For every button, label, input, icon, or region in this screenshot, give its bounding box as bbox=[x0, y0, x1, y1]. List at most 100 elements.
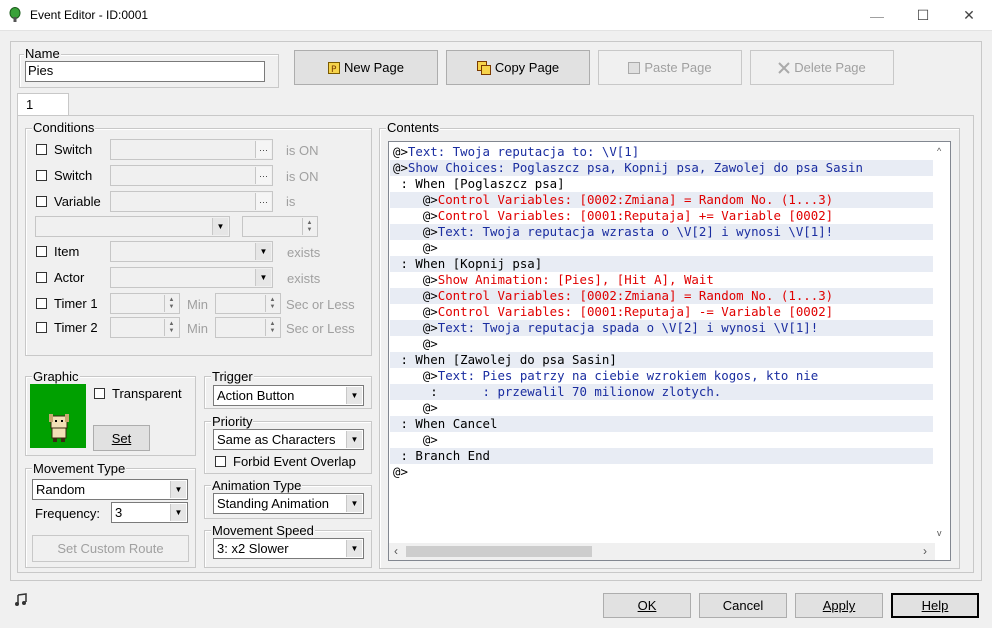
maximize-button[interactable]: ☐ bbox=[900, 0, 946, 31]
scroll-thumb[interactable] bbox=[406, 546, 592, 557]
command-line[interactable]: @>Text: Twoja reputacja spada o \V[2] i … bbox=[390, 320, 934, 336]
command-line[interactable]: @>Show Animation: [Pies], [Hit A], Wait bbox=[390, 272, 934, 288]
ellipsis-icon[interactable]: ··· bbox=[255, 167, 271, 184]
close-button[interactable]: ✕ bbox=[946, 0, 992, 31]
scroll-left-icon[interactable]: ‹ bbox=[394, 544, 398, 558]
command-prefix: : bbox=[393, 384, 483, 399]
timer2-checkbox[interactable] bbox=[36, 322, 47, 333]
scroll-down-icon[interactable]: v bbox=[937, 528, 942, 538]
scroll-right-icon[interactable]: › bbox=[923, 544, 927, 558]
command-prefix: @> bbox=[393, 432, 438, 447]
minimize-button[interactable]: — bbox=[854, 0, 900, 31]
delete-page-button[interactable]: Delete Page bbox=[750, 50, 894, 85]
animation-type-select[interactable]: Standing Animation ▼ bbox=[213, 493, 364, 514]
actor-select[interactable]: ▼ bbox=[110, 267, 273, 288]
command-line[interactable]: @> bbox=[390, 336, 934, 352]
set-custom-route-button[interactable]: Set Custom Route bbox=[32, 535, 189, 562]
chevron-down-icon: ▼ bbox=[212, 218, 228, 235]
timer1-sec-spinner[interactable]: ▲ ▼ bbox=[215, 293, 281, 314]
delete-page-label: Delete Page bbox=[794, 60, 866, 75]
name-input[interactable]: Pies bbox=[25, 61, 265, 82]
command-line[interactable]: : When Cancel bbox=[390, 416, 934, 432]
tab-page-1[interactable]: 1 bbox=[17, 93, 69, 116]
command-prefix: @> bbox=[393, 208, 438, 223]
paste-page-button[interactable]: Paste Page bbox=[598, 50, 742, 85]
spinner-arrows-icon[interactable]: ▲ ▼ bbox=[265, 295, 279, 312]
command-text: When [Poglaszcz psa] bbox=[415, 176, 565, 191]
timer1-min-spinner[interactable]: ▲ ▼ bbox=[110, 293, 180, 314]
set-graphic-button[interactable]: Set bbox=[93, 425, 150, 451]
scroll-up-icon[interactable]: ^ bbox=[937, 146, 941, 156]
variable-checkbox[interactable] bbox=[36, 196, 47, 207]
command-line[interactable]: : When [Kopnij psa] bbox=[390, 256, 934, 272]
spinner-arrows-icon[interactable]: ▲ ▼ bbox=[164, 319, 178, 336]
paste-page-label: Paste Page bbox=[644, 60, 712, 75]
apply-button[interactable]: Apply bbox=[795, 593, 883, 618]
trigger-select[interactable]: Action Button ▼ bbox=[213, 385, 364, 406]
command-prefix: @> bbox=[393, 240, 438, 255]
command-line[interactable]: @> bbox=[390, 240, 934, 256]
switch1-checkbox[interactable] bbox=[36, 144, 47, 155]
command-line[interactable]: : When [Poglaszcz psa] bbox=[390, 176, 934, 192]
command-line[interactable]: : When [Zawolej do psa Sasin] bbox=[390, 352, 934, 368]
command-line[interactable]: @> bbox=[390, 400, 934, 416]
command-line[interactable]: @>Show Choices: Poglaszcz psa, Kopnij ps… bbox=[390, 160, 934, 176]
tab-label: 1 bbox=[26, 97, 34, 112]
movement-type-legend: Movement Type bbox=[32, 461, 127, 476]
switch2-checkbox[interactable] bbox=[36, 170, 47, 181]
command-line[interactable]: @>Control Variables: [0001:Reputaja] += … bbox=[390, 208, 934, 224]
spinner-arrows-icon[interactable]: ▲ ▼ bbox=[302, 218, 316, 235]
spinner-arrows-icon[interactable]: ▲ ▼ bbox=[265, 319, 279, 336]
frequency-select[interactable]: 3 ▼ bbox=[111, 502, 188, 523]
command-line[interactable]: @> bbox=[390, 432, 934, 448]
timer1-checkbox[interactable] bbox=[36, 298, 47, 309]
command-line[interactable]: @>Text: Pies patrzy na ciebie wzrokiem k… bbox=[390, 368, 934, 384]
cancel-button[interactable]: Cancel bbox=[699, 593, 787, 618]
window-title: Event Editor - ID:0001 bbox=[30, 8, 149, 22]
new-page-button[interactable]: P New Page bbox=[294, 50, 438, 85]
command-text: Text: Twoja reputacja to: \V[1] bbox=[407, 144, 640, 159]
switch1-suffix: is ON bbox=[286, 143, 319, 158]
conditions-legend: Conditions bbox=[32, 120, 96, 135]
command-line[interactable]: @> bbox=[390, 464, 934, 480]
vertical-scrollbar[interactable]: ^ v bbox=[933, 142, 950, 544]
command-line[interactable]: : Branch End bbox=[390, 448, 934, 464]
command-line[interactable]: @>Control Variables: [0002:Zmiana] = Ran… bbox=[390, 288, 934, 304]
minimize-icon: — bbox=[870, 7, 884, 24]
variable-value-spinner[interactable]: ▲ ▼ bbox=[242, 216, 318, 237]
ok-button[interactable]: OK bbox=[603, 593, 691, 618]
copy-page-button[interactable]: Copy Page bbox=[446, 50, 590, 85]
spinner-arrows-icon[interactable]: ▲ ▼ bbox=[164, 295, 178, 312]
animation-type-value: Standing Animation bbox=[217, 496, 330, 511]
item-select[interactable]: ▼ bbox=[110, 241, 273, 262]
actor-checkbox[interactable] bbox=[36, 272, 47, 283]
event-command-list[interactable]: @>Text: Twoja reputacja to: \V[1] @>Show … bbox=[388, 141, 951, 561]
movement-speed-select[interactable]: 3: x2 Slower ▼ bbox=[213, 538, 364, 559]
priority-select[interactable]: Same as Characters ▼ bbox=[213, 429, 364, 450]
transparent-checkbox[interactable] bbox=[94, 388, 105, 399]
horizontal-scrollbar[interactable]: ‹ › bbox=[389, 543, 935, 560]
command-line[interactable]: @>Control Variables: [0001:Reputaja] -= … bbox=[390, 304, 934, 320]
ellipsis-icon[interactable]: ··· bbox=[255, 141, 271, 158]
switch1-field[interactable]: ··· bbox=[110, 139, 273, 160]
graphic-preview[interactable] bbox=[30, 384, 86, 448]
command-line[interactable]: : : przewalil 70 milionow zlotych. bbox=[390, 384, 934, 400]
command-prefix: : bbox=[393, 448, 416, 463]
command-line[interactable]: @>Text: Twoja reputacja wzrasta o \V[2] … bbox=[390, 224, 934, 240]
timer2-min-spinner[interactable]: ▲ ▼ bbox=[110, 317, 180, 338]
command-prefix: @> bbox=[393, 288, 438, 303]
command-line[interactable]: @>Text: Twoja reputacja to: \V[1] bbox=[390, 144, 934, 160]
variable-field[interactable]: ··· bbox=[110, 191, 273, 212]
command-text: Control Variables: [0002:Zmiana] = Rando… bbox=[437, 192, 834, 207]
music-note-icon[interactable] bbox=[14, 593, 28, 607]
variable-operator-select[interactable]: ▼ bbox=[35, 216, 230, 237]
forbid-overlap-checkbox[interactable] bbox=[215, 456, 226, 467]
help-button[interactable]: Help bbox=[891, 593, 979, 618]
command-line[interactable]: @>Control Variables: [0002:Zmiana] = Ran… bbox=[390, 192, 934, 208]
movement-type-select[interactable]: Random ▼ bbox=[32, 479, 188, 500]
timer1-label: Timer 1 bbox=[54, 296, 98, 311]
item-checkbox[interactable] bbox=[36, 246, 47, 257]
ellipsis-icon[interactable]: ··· bbox=[255, 193, 271, 210]
timer2-sec-spinner[interactable]: ▲ ▼ bbox=[215, 317, 281, 338]
switch2-field[interactable]: ··· bbox=[110, 165, 273, 186]
